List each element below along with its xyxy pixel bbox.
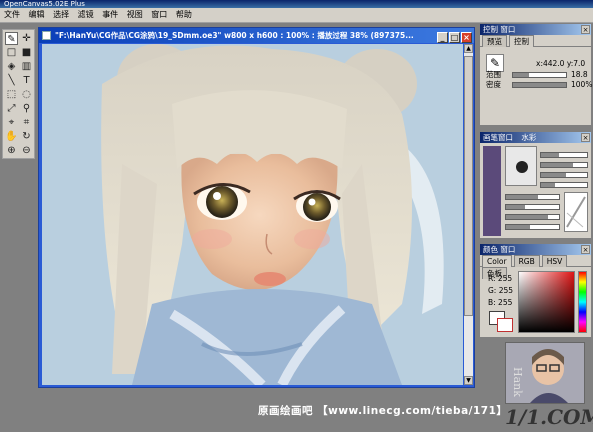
brush-slider-6[interactable] [505, 204, 560, 210]
watermark-text: 原画绘画吧 【www.linecg.com/tieba/171】 [258, 405, 508, 417]
brush-list[interactable] [483, 146, 501, 236]
control-panel: 控制 窗口 × 预览 控制 ✎ x:442.0 y:7.0 范围 18.8 密度 … [479, 23, 592, 126]
brush-slider-7[interactable] [505, 214, 560, 220]
color-panel-title[interactable]: 颜色 窗口 × [480, 244, 591, 255]
move-tool-icon[interactable]: ✛ [20, 32, 33, 45]
tab-preview[interactable]: 预览 [482, 35, 507, 47]
menu-help[interactable]: 帮助 [173, 8, 195, 22]
artist-avatar: Hank [505, 342, 585, 404]
brush-slider-8[interactable] [505, 224, 560, 230]
color-panel: 颜色 窗口 × Color RGB HSV色板 R: 255 G: 255 B: 2… [479, 243, 592, 338]
scroll-up-icon[interactable]: ▲ [464, 44, 473, 53]
zoom-out-icon[interactable]: ⊖ [20, 144, 33, 157]
brush-panel-title-text: 画笔窗口 [483, 133, 513, 142]
density-slider[interactable] [512, 82, 567, 88]
scroll-down-icon[interactable]: ▼ [464, 376, 473, 385]
menu-file[interactable]: 文件 [0, 8, 23, 22]
tab-hsv[interactable]: HSV [541, 255, 568, 267]
color-panel-title-text: 颜色 窗口 [483, 245, 516, 254]
control-tabs: 预览 控制 [480, 35, 591, 47]
density-label: 密度 [486, 80, 501, 89]
brush-tip-icon [516, 161, 528, 173]
brush-type-label: 水彩 [521, 133, 537, 142]
close-icon[interactable]: × [581, 245, 590, 254]
toolbox: ✎ ✛ □ ■ ◈ ▥ ╲ T ⬚ ◌ ⤢ ⚲ ⌖ ⌗ ✋ ↻ ⊕ ⊖ [2, 29, 35, 159]
menu-select[interactable]: 选择 [50, 8, 72, 22]
tab-rgb[interactable]: RGB [513, 255, 540, 267]
gradient-tool-icon[interactable]: ▥ [20, 60, 33, 73]
menu-window[interactable]: 窗口 [148, 8, 170, 22]
brush-slider-3[interactable] [540, 172, 588, 178]
red-value: R: 255 [488, 274, 513, 283]
cursor-coords: x:442.0 y:7.0 [536, 59, 586, 68]
select-rect-icon[interactable]: ⬚ [5, 88, 18, 101]
eyedropper-icon[interactable]: ⌖ [5, 116, 18, 129]
color-saturation-picker[interactable] [518, 271, 575, 333]
range-value: 18.8 [571, 70, 588, 79]
painting-canvas[interactable] [42, 44, 463, 385]
range-label: 范围 [486, 70, 501, 79]
menu-bar: 文件 编辑 选择 滤镜 事件 视图 窗口 帮助 [0, 8, 593, 23]
tab-control[interactable]: 控制 [509, 35, 534, 47]
brush-slider-4[interactable] [540, 182, 588, 188]
transform-icon[interactable]: ⤢ [5, 102, 18, 115]
rotate-icon[interactable]: ↻ [20, 130, 33, 143]
pen-tool-icon[interactable]: ✎ [5, 32, 18, 45]
menu-filter[interactable]: 滤镜 [75, 8, 97, 22]
hue-slider[interactable] [578, 271, 587, 333]
brush-panel: 画笔窗口 水彩 × [479, 131, 592, 239]
fill-color-icon[interactable]: ■ [20, 46, 33, 59]
close-icon[interactable]: × [581, 25, 590, 34]
stroke-preview [564, 192, 588, 232]
menu-event[interactable]: 事件 [99, 8, 121, 22]
canvas-window: "F:\HanYu\CG作品\CG涂鸦\19_SDmm.oe3" w800 x … [38, 27, 475, 388]
canvas-title-bar[interactable]: "F:\HanYu\CG作品\CG涂鸦\19_SDmm.oe3" w800 x … [39, 28, 474, 43]
control-panel-title[interactable]: 控制 窗口 × [480, 24, 591, 35]
menu-view[interactable]: 视图 [124, 8, 146, 22]
document-icon [42, 31, 51, 40]
bucket-tool-icon[interactable]: ◈ [5, 60, 18, 73]
maximize-button[interactable]: □ [449, 32, 460, 43]
close-button[interactable]: × [461, 32, 472, 43]
zoom-in-icon[interactable]: ⊕ [5, 144, 18, 157]
text-tool-icon[interactable]: T [20, 74, 33, 87]
tab-color[interactable]: Color [482, 255, 512, 267]
app-title-bar: OpenCanvas5.02E Plus [0, 0, 593, 8]
background-color-swatch[interactable] [497, 318, 513, 332]
crop-icon[interactable]: ⌗ [20, 116, 33, 129]
wand-icon[interactable]: ⚲ [20, 102, 33, 115]
density-value: 100% [571, 80, 593, 89]
rectangle-tool-icon[interactable]: □ [5, 46, 18, 59]
lasso-icon[interactable]: ◌ [20, 88, 33, 101]
close-icon[interactable]: × [581, 133, 590, 142]
minimize-button[interactable]: _ [437, 32, 448, 43]
brush-slider-2[interactable] [540, 162, 588, 168]
app-title: OpenCanvas5.02E Plus [4, 0, 85, 8]
site-logo: 1/1.COM [505, 405, 593, 429]
color-tabs: Color RGB HSV色板 [480, 255, 591, 279]
brush-tip-preview [505, 146, 537, 186]
brush-slider-5[interactable] [505, 194, 560, 200]
blue-value: B: 255 [488, 298, 513, 307]
green-value: G: 255 [488, 286, 514, 295]
canvas-scrollbar[interactable]: ▲ ▼ [464, 44, 473, 385]
scroll-thumb[interactable] [464, 56, 473, 316]
portrait-painting [42, 44, 463, 385]
hand-icon[interactable]: ✋ [5, 130, 18, 143]
svg-text:Hank: Hank [511, 367, 524, 397]
brush-panel-title[interactable]: 画笔窗口 水彩 × [480, 132, 591, 143]
control-panel-title-text: 控制 窗口 [483, 25, 516, 34]
menu-edit[interactable]: 编辑 [26, 8, 48, 22]
canvas-title: "F:\HanYu\CG作品\CG涂鸦\19_SDmm.oe3" w800 x … [55, 31, 414, 40]
line-tool-icon[interactable]: ╲ [5, 74, 18, 87]
brush-slider-1[interactable] [540, 152, 588, 158]
range-slider[interactable] [512, 72, 567, 78]
